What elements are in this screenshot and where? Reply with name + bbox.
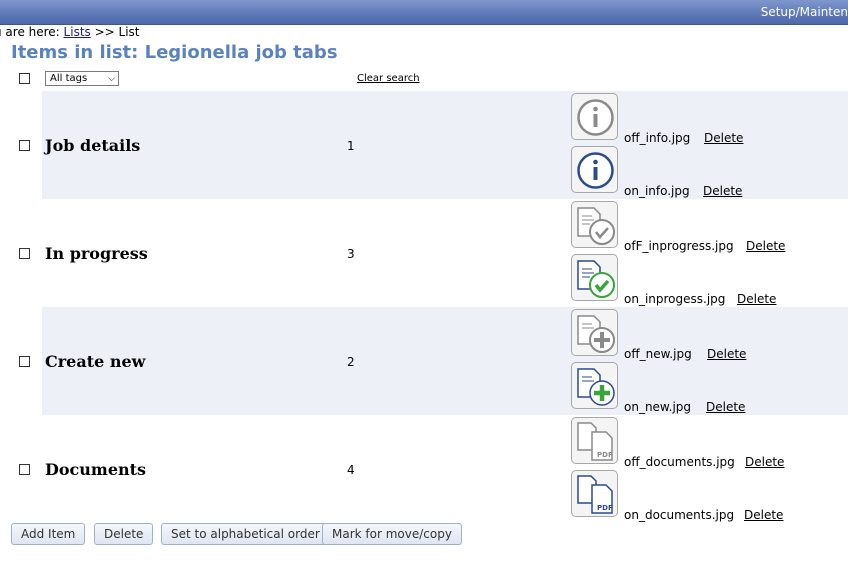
chevron-down-icon: ⌵ — [108, 74, 115, 84]
item-name[interactable]: Job details — [45, 136, 140, 155]
top-bar: Setup/Mainten — [0, 0, 848, 25]
delete-image-link[interactable]: Delete — [745, 455, 784, 469]
add-item-button[interactable]: Add Item — [11, 523, 86, 545]
documents-off-icon: PDF — [571, 417, 618, 464]
image-filename: off_documents.jpg — [624, 455, 735, 469]
item-checkbox[interactable] — [19, 356, 30, 367]
tags-select[interactable]: All tags ⌵ — [45, 71, 119, 86]
image-filename: on_info.jpg — [624, 184, 690, 198]
alphabetical-order-button[interactable]: Set to alphabetical order — [161, 523, 330, 545]
item-name[interactable]: Documents — [45, 460, 146, 479]
info-on-icon — [571, 146, 618, 193]
image-filename: off_info.jpg — [624, 131, 691, 145]
list-item-row — [42, 415, 848, 523]
item-name[interactable]: Create new — [45, 352, 145, 371]
list-item-row — [42, 199, 848, 307]
list-item-row — [42, 307, 848, 415]
inprogress-off-icon — [571, 201, 618, 248]
svg-text:PDF: PDF — [597, 504, 613, 512]
image-filename: on_documents.jpg — [624, 508, 735, 522]
delete-image-link[interactable]: Delete — [737, 292, 776, 306]
new-on-icon — [571, 362, 618, 409]
breadcrumb-current: List — [118, 25, 140, 39]
clear-search-link[interactable]: Clear search — [357, 73, 420, 84]
delete-button[interactable]: Delete — [94, 523, 154, 545]
breadcrumb-prefix: u are here: — [0, 25, 64, 39]
image-filename: on_new.jpg — [624, 400, 692, 414]
select-all-checkbox[interactable] — [19, 73, 30, 84]
list-item-row — [42, 91, 848, 199]
delete-image-link[interactable]: Delete — [707, 347, 746, 361]
image-filename: on_inprogess.jpg — [624, 292, 726, 306]
item-order: 1 — [347, 139, 355, 153]
delete-image-link[interactable]: Delete — [744, 508, 783, 522]
item-name[interactable]: In progress — [45, 244, 148, 263]
image-filename: off_new.jpg — [624, 347, 692, 361]
item-order: 2 — [347, 355, 355, 369]
new-off-icon — [571, 309, 618, 356]
item-checkbox[interactable] — [19, 248, 30, 259]
breadcrumb: u are here: Lists >> List — [0, 25, 140, 39]
breadcrumb-separator: >> — [90, 25, 119, 39]
delete-image-link[interactable]: Delete — [703, 184, 742, 198]
item-order: 4 — [347, 463, 355, 477]
documents-on-icon: PDF — [571, 470, 618, 517]
breadcrumb-link-lists[interactable]: Lists — [64, 25, 91, 39]
tags-select-value: All tags — [50, 73, 88, 84]
svg-text:PDF: PDF — [597, 451, 613, 459]
item-order: 3 — [347, 247, 355, 261]
item-checkbox[interactable] — [19, 140, 30, 151]
top-bar-crumb: Setup/Mainten — [760, 5, 848, 19]
delete-image-link[interactable]: Delete — [704, 131, 743, 145]
delete-image-link[interactable]: Delete — [706, 400, 745, 414]
info-off-icon — [571, 93, 618, 140]
item-checkbox[interactable] — [19, 464, 30, 475]
delete-image-link[interactable]: Delete — [746, 239, 785, 253]
inprogress-on-icon — [571, 254, 618, 301]
mark-move-copy-button[interactable]: Mark for move/copy — [322, 523, 462, 545]
page-title: Items in list: Legionella job tabs — [11, 42, 338, 63]
image-filename: ofF_inprogress.jpg — [624, 239, 734, 253]
